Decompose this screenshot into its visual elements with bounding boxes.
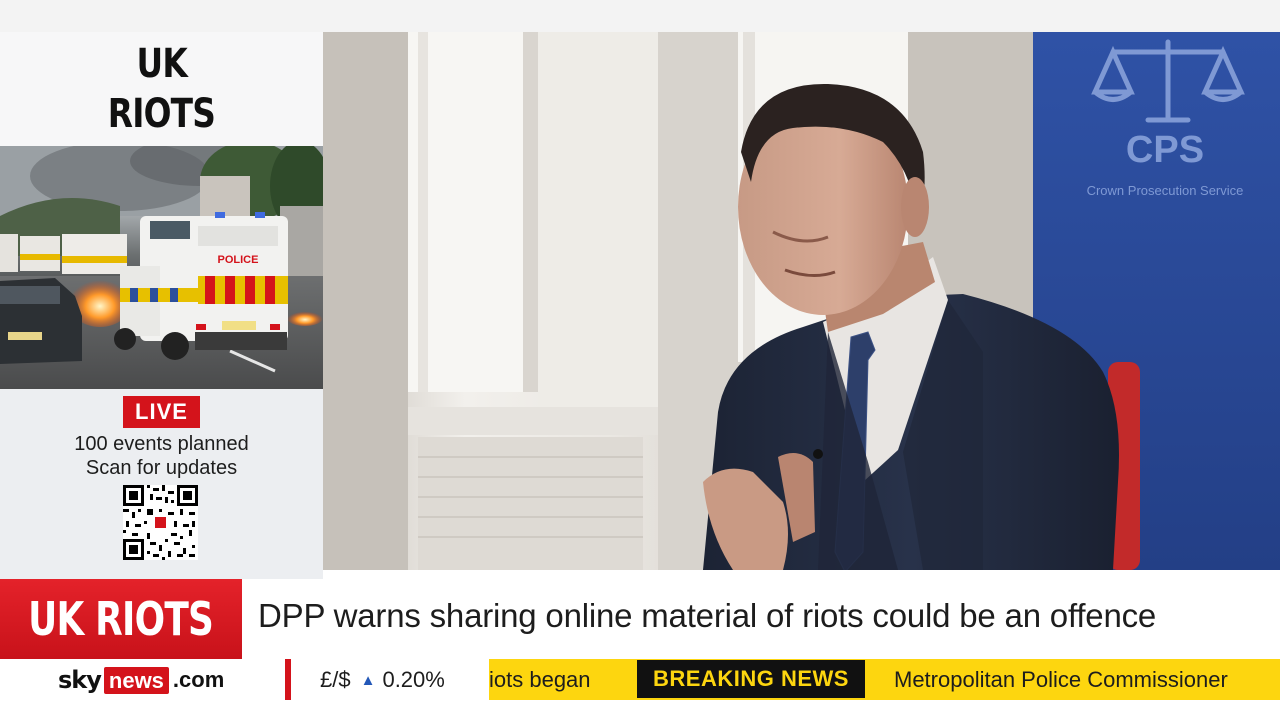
riot-photo: POLICE (0, 146, 323, 389)
riot-scene-illustration: POLICE (0, 146, 323, 389)
live-promo: LIVE 100 events planned Scan for updates (0, 389, 323, 579)
panel-title: UK RIOTS (0, 32, 323, 146)
panel-title-line2: RIOTS (107, 91, 216, 137)
live-events-text: 100 events planned (74, 433, 249, 455)
interview-video[interactable]: CPS Crown Prosecution Service (323, 32, 1280, 570)
headline-text: DPP warns sharing online material of rio… (258, 597, 1157, 634)
breaking-news-label: BREAKING NEWS (637, 660, 865, 698)
police-van-text: POLICE (218, 254, 259, 266)
ticker-divider (285, 659, 291, 700)
panel-title-line1: UK (136, 41, 187, 87)
brand-com-text: .com (172, 667, 225, 692)
live-badge: LIVE (123, 396, 200, 428)
ticker-scroll: iots began BREAKING NEWS Metropolitan Po… (489, 659, 1280, 700)
live-scan-text: Scan for updates (85, 457, 238, 479)
brand-sky-text: sky (58, 666, 102, 694)
lower-third: UK RIOTS DPP warns sharing online materi… (0, 579, 1280, 659)
sky-news-logo[interactable]: sky news .com (58, 665, 224, 695)
up-arrow-icon: ▲ (360, 671, 376, 689)
story-tag: UK RIOTS (0, 579, 242, 659)
bottom-strip (0, 700, 1280, 720)
cps-subtitle-text: Crown Prosecution Service (1087, 183, 1244, 198)
currency-readout: £/$ ▲ 0.20% (320, 667, 445, 693)
story-tag-label: UK RIOTS (28, 592, 214, 646)
top-strip (0, 0, 1280, 32)
ticker-text-before: iots began (489, 667, 591, 692)
currency-change: 0.20% (382, 667, 445, 692)
brand-news-text: news (103, 666, 169, 694)
side-panel: UK RIOTS POLICE LIVE 100 events planned … (0, 32, 323, 579)
news-ticker: sky news .com £/$ ▲ 0.20% iots began BRE… (0, 659, 1280, 700)
qr-code-icon[interactable] (123, 485, 198, 560)
cps-logo-text: CPS (1126, 129, 1204, 171)
interview-scene-illustration: CPS Crown Prosecution Service (323, 32, 1280, 570)
currency-pair: £/$ (320, 667, 351, 692)
ticker-text-after: Metropolitan Police Commissioner (894, 667, 1228, 692)
